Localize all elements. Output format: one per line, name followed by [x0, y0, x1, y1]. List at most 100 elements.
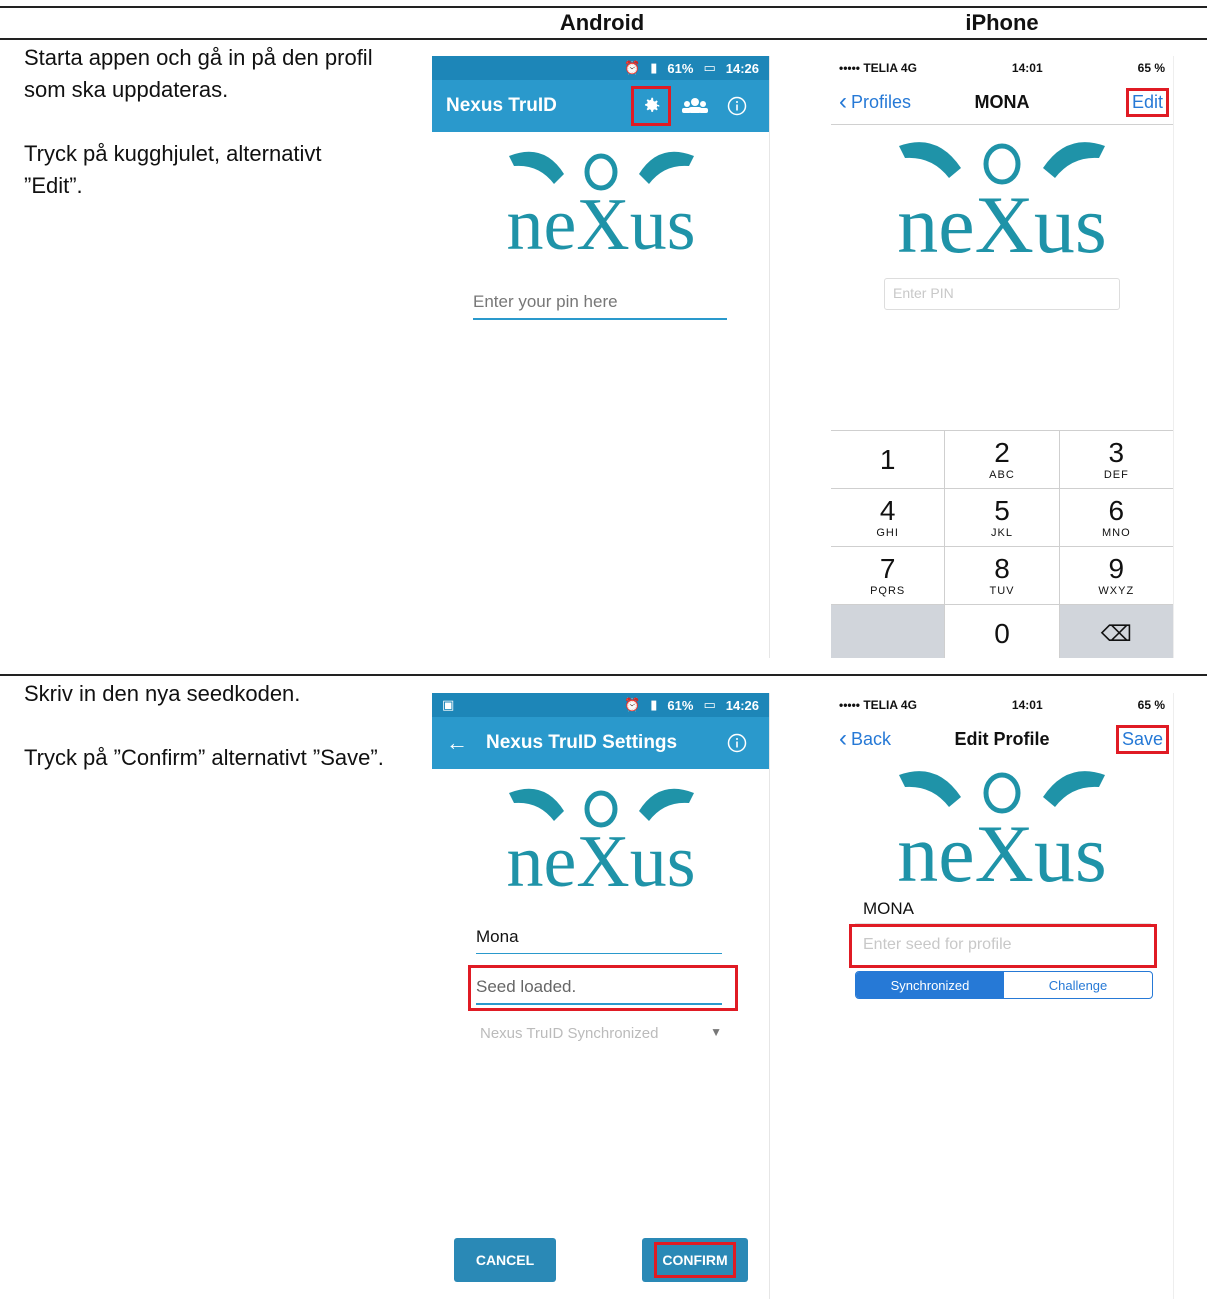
- key-letters: MNO: [1101, 526, 1131, 539]
- battery-percent: 65 %: [1137, 698, 1165, 712]
- keypad-key-6[interactable]: 6 MNO: [1059, 489, 1173, 546]
- keypad-key-9[interactable]: 9 WXYZ: [1059, 547, 1173, 604]
- ios-nav-bar: ‹ Back Edit Profile Save: [831, 717, 1173, 761]
- info-icon[interactable]: [719, 725, 755, 761]
- key-letters: ABC: [989, 468, 1015, 481]
- status-time: 14:26: [725, 60, 759, 76]
- name-value: MONA: [863, 899, 914, 918]
- android-screenshot-2: ▣ ⏰ ▮ 61% ▭ 14:26 ← Nexus TruID Settings…: [432, 693, 770, 1299]
- profiles-icon[interactable]: [677, 88, 713, 124]
- key-letters: PQRS: [870, 584, 906, 597]
- chevron-left-icon: ‹: [839, 725, 847, 752]
- logo-text: neXus: [897, 179, 1107, 262]
- back-arrow-icon[interactable]: ←: [446, 730, 468, 756]
- numeric-keypad: 1 2 ABC 3 DEF 4 GHI 5 JKL 6 MNO 7 PQRS 8 TUV 9 WXYZ 0 ⌫: [831, 430, 1173, 658]
- keypad-row: 0 ⌫: [831, 604, 1173, 658]
- chevron-down-icon: ▼: [710, 1025, 722, 1039]
- battery-icon: ▭: [703, 60, 716, 75]
- status-time: 14:01: [1011, 61, 1043, 75]
- name-field[interactable]: Mona: [476, 927, 722, 954]
- segment-challenge[interactable]: Challenge: [1004, 972, 1152, 998]
- keypad-key-4[interactable]: 4 GHI: [831, 489, 946, 546]
- key-digit: 3: [1108, 436, 1125, 468]
- nexus-logo: neXus: [484, 781, 719, 903]
- edit-button[interactable]: Edit: [1125, 87, 1170, 117]
- seed-field[interactable]: Seed loaded.: [476, 977, 722, 1005]
- ios-nav-bar: ‹ Profiles MONA Edit: [831, 80, 1173, 125]
- keypad-key-0[interactable]: 0: [945, 605, 1060, 658]
- logo-text: neXus: [506, 184, 695, 259]
- status-time: 14:01: [1011, 698, 1043, 712]
- keypad-key-8[interactable]: 8 TUV: [945, 547, 1060, 604]
- step1-instructions: Starta appen och gå in på den profil som…: [24, 42, 384, 234]
- pin-input[interactable]: Enter your pin here: [473, 288, 727, 320]
- nexus-logo: neXus: [871, 763, 1133, 899]
- save-button[interactable]: Save: [1115, 724, 1170, 754]
- alarm-icon: ⏰: [624, 60, 641, 75]
- logo-text: neXus: [897, 808, 1107, 891]
- nexus-logo: neXus: [871, 134, 1133, 270]
- key-letters: TUV: [989, 584, 1015, 597]
- step1-text-2: Tryck på kugghjulet, alternativt ”Edit”.: [24, 141, 322, 198]
- gear-icon[interactable]: [631, 86, 671, 126]
- android-status-bar: ⏰ ▮ 61% ▭ 14:26: [432, 56, 769, 80]
- mode-value: Nexus TruID Synchronized: [480, 1025, 659, 1042]
- nexus-logo: neXus: [484, 144, 719, 266]
- column-header-android: Android: [559, 10, 645, 35]
- seed-value: Seed loaded.: [476, 977, 577, 996]
- top-rule: [0, 6, 1207, 8]
- android-toolbar: ← Nexus TruID Settings: [432, 717, 769, 769]
- battery-percent: 61%: [667, 697, 694, 713]
- name-field[interactable]: MONA: [855, 893, 1151, 924]
- backspace-icon: ⌫: [1100, 620, 1132, 646]
- iphone-screenshot-2: ••••• TELIA 4G 14:01 65 % ‹ Back Edit Pr…: [831, 693, 1174, 1299]
- info-icon[interactable]: [719, 88, 755, 124]
- screenshot-icon: ▣: [442, 697, 455, 712]
- mode-dropdown[interactable]: Nexus TruID Synchronized ▼: [480, 1025, 722, 1047]
- android-status-bar: ▣ ⏰ ▮ 61% ▭ 14:26: [432, 693, 769, 717]
- keypad-key-1[interactable]: 1: [831, 431, 946, 488]
- cancel-button[interactable]: CANCEL: [454, 1238, 556, 1282]
- app-title: Nexus TruID: [446, 95, 557, 116]
- key-letters: JKL: [991, 526, 1013, 539]
- key-digit: 2: [994, 436, 1010, 468]
- android-toolbar: Nexus TruID: [432, 80, 769, 132]
- header-rule: [0, 38, 1207, 40]
- back-button[interactable]: ‹ Profiles: [839, 88, 912, 115]
- key-digit: 4: [879, 494, 896, 526]
- name-value: Mona: [476, 927, 519, 946]
- mode-segmented-control: Synchronized Challenge: [855, 971, 1153, 999]
- keypad-key-7[interactable]: 7 PQRS: [831, 547, 946, 604]
- key-letters: DEF: [1103, 468, 1129, 481]
- key-digit: 5: [994, 494, 1010, 526]
- pin-input[interactable]: Enter PIN: [884, 278, 1120, 310]
- ios-status-bar: ••••• TELIA 4G 14:01 65 %: [831, 56, 1173, 80]
- seed-field[interactable]: Enter seed for profile: [849, 924, 1157, 968]
- keypad-row: 1 2 ABC 3 DEF: [831, 430, 1173, 488]
- key-digit: 1: [879, 443, 896, 475]
- keypad-key-2[interactable]: 2 ABC: [945, 431, 1060, 488]
- ios-status-bar: ••••• TELIA 4G 14:01 65 %: [831, 693, 1173, 717]
- seed-placeholder: Enter seed for profile: [863, 936, 1012, 953]
- delete-key[interactable]: ⌫: [1059, 605, 1173, 658]
- pin-placeholder: Enter your pin here: [473, 292, 618, 311]
- keypad-key-3[interactable]: 3 DEF: [1059, 431, 1173, 488]
- key-digit: 7: [879, 552, 896, 584]
- back-label: Back: [851, 728, 892, 749]
- step2-text-1: Skriv in den nya seedkoden.: [24, 681, 301, 706]
- key-digit: 6: [1108, 494, 1125, 526]
- carrier: ••••• TELIA 4G: [839, 698, 917, 712]
- pin-placeholder: Enter PIN: [893, 285, 954, 301]
- section-rule: [0, 674, 1207, 676]
- battery-percent: 65 %: [1137, 61, 1165, 75]
- back-button[interactable]: ‹ Back: [839, 725, 892, 752]
- back-label: Profiles: [851, 91, 912, 112]
- keypad-key-5[interactable]: 5 JKL: [945, 489, 1060, 546]
- keypad-row: 7 PQRS 8 TUV 9 WXYZ: [831, 546, 1173, 604]
- segment-synchronized[interactable]: Synchronized: [856, 972, 1004, 998]
- confirm-button[interactable]: CONFIRM: [642, 1238, 748, 1282]
- step1-text-1: Starta appen och gå in på den profil som…: [24, 45, 373, 102]
- key-digit: 9: [1108, 552, 1125, 584]
- battery-icon: ▭: [703, 697, 716, 712]
- chevron-left-icon: ‹: [839, 88, 847, 115]
